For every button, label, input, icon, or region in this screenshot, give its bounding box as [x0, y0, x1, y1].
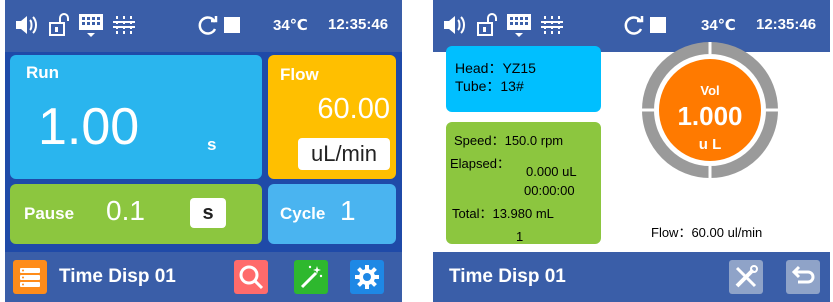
- stats-tile: Speed：150.0 rpm Elapsed： 0.000 uL 00:00:…: [446, 122, 601, 244]
- gauge-value: 1.000: [677, 101, 743, 131]
- screen-title: Time Disp 01: [449, 266, 566, 287]
- speed-value: 150.0 rpm: [504, 133, 564, 148]
- head-label: Head：: [455, 60, 503, 76]
- back-return-icon[interactable]: [786, 260, 820, 294]
- pause-label: Pause: [24, 204, 75, 223]
- run-value[interactable]: 1.00: [38, 97, 139, 157]
- temperature-readout: 34℃: [701, 17, 736, 34]
- elapsed-volume: 0.000 uL: [526, 164, 577, 179]
- clock: 12:35:46: [328, 16, 389, 33]
- status-bar: 34℃ 12:35:46: [5, 0, 402, 52]
- pump-heads-icon: [539, 12, 565, 38]
- left-screen: 34℃ 12:35:46 Run 1.00 s Flow 60.00 uL/mi…: [5, 0, 402, 302]
- flow-label: Flow：: [651, 225, 692, 240]
- menu-list-icon[interactable]: [13, 260, 47, 294]
- repeat-icon[interactable]: [197, 12, 219, 38]
- run-unit: s: [207, 135, 217, 154]
- temperature-readout: 34℃: [273, 17, 308, 34]
- pause-unit-button[interactable]: s: [190, 198, 226, 228]
- tube-label: Tube：: [455, 78, 501, 94]
- unlock-icon[interactable]: [47, 12, 71, 38]
- flow-label: Flow: [280, 65, 319, 84]
- bottom-bar: Time Disp 01: [433, 252, 830, 302]
- magic-wand-icon[interactable]: [294, 260, 328, 294]
- repeat-icon[interactable]: [623, 12, 645, 38]
- tube-row: Tube：13#: [455, 76, 524, 96]
- run-label: Run: [26, 63, 60, 82]
- keyboard-icon[interactable]: [77, 12, 105, 38]
- total-row: Total：13.980 mL: [452, 203, 554, 222]
- gauge-unit: u L: [698, 136, 722, 153]
- pump-heads-icon: [111, 12, 137, 38]
- unlock-icon[interactable]: [475, 12, 499, 38]
- head-value: YZ15: [502, 60, 536, 76]
- bottom-bar: Time Disp 01: [5, 252, 402, 302]
- flow-value: 60.00 ul/min: [691, 225, 763, 240]
- elapsed-time: 00:00:00: [524, 183, 575, 198]
- volume-gauge: Vol 1.000 u L: [640, 40, 780, 180]
- cycle-label: Cycle: [280, 204, 326, 223]
- stop-icon[interactable]: [223, 12, 241, 38]
- settings-gear-icon[interactable]: [350, 260, 384, 294]
- flow-unit-button[interactable]: uL/min: [298, 138, 390, 170]
- pause-value[interactable]: 0.1: [106, 195, 145, 227]
- speed-label: Speed：: [454, 133, 505, 148]
- cycle-value[interactable]: 1: [340, 195, 356, 227]
- search-icon[interactable]: [234, 260, 268, 294]
- run-tile[interactable]: Run 1.00 s: [10, 55, 262, 179]
- clock: 12:35:46: [756, 16, 817, 33]
- right-screen: 34℃ 12:35:46 Head：YZ15 Tube：13# Speed：15…: [433, 0, 830, 302]
- cycle-tile[interactable]: Cycle 1: [268, 184, 396, 244]
- flow-value[interactable]: 60.00: [317, 93, 390, 126]
- screen-title: Time Disp 01: [59, 266, 176, 287]
- tube-value: 13#: [500, 78, 524, 94]
- speed-row: Speed：150.0 rpm: [454, 130, 563, 149]
- total-value: 13.980 mL: [492, 206, 554, 221]
- elapsed-label: Elapsed：: [450, 156, 510, 171]
- head-row: Head：YZ15: [455, 58, 536, 78]
- speaker-icon[interactable]: [13, 12, 41, 38]
- head-tube-tile: Head：YZ15 Tube：13#: [446, 46, 601, 112]
- pause-tile[interactable]: Pause 0.1 s: [10, 184, 262, 244]
- keyboard-icon[interactable]: [505, 12, 533, 38]
- flow-tile[interactable]: Flow 60.00 uL/min: [268, 55, 396, 179]
- gauge-label: Vol: [700, 83, 720, 98]
- tools-icon[interactable]: [729, 260, 763, 294]
- total-label: Total：: [452, 206, 493, 221]
- stop-icon[interactable]: [649, 12, 667, 38]
- speaker-icon[interactable]: [441, 12, 469, 38]
- cycle-count: 1: [516, 229, 524, 244]
- flow-row: Flow：60.00 ul/min: [651, 222, 762, 241]
